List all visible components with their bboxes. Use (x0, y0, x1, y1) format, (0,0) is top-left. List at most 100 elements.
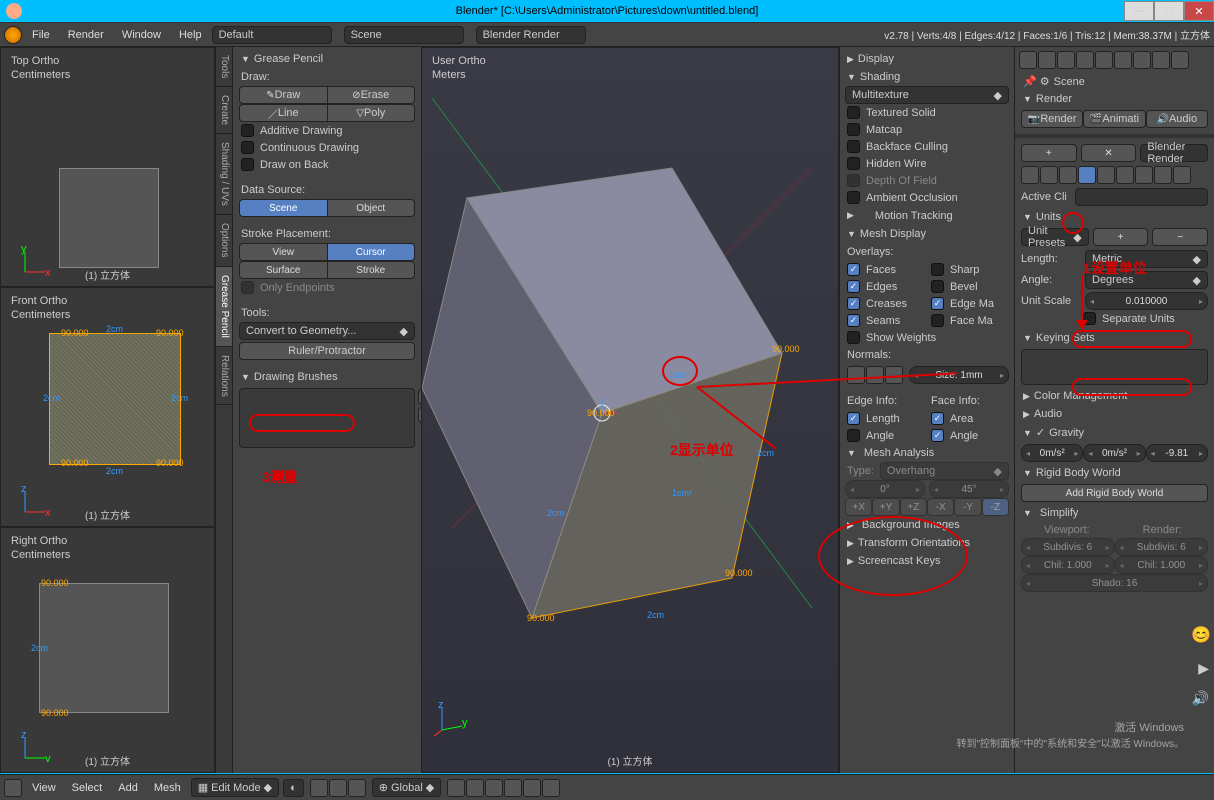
tab-relations[interactable]: Relations (216, 347, 232, 406)
chk-face-area[interactable]: ✓Area (929, 410, 1009, 427)
chk-hidden-wire[interactable]: Hidden Wire (845, 155, 1009, 172)
audio-button[interactable]: 🔊Audio (1146, 110, 1208, 128)
minimize-button[interactable]: — (1124, 1, 1154, 21)
tab-shading-uvs[interactable]: Shading / UVs (216, 134, 232, 215)
panel-gravity[interactable]: ▼✓Gravity (1015, 423, 1214, 442)
sp-stroke-button[interactable]: Stroke (327, 261, 416, 279)
panel-motion-tracking[interactable]: ▶Motion Tracking (845, 206, 1009, 225)
select-mode-face-icon[interactable] (348, 779, 366, 797)
prop-tab-icon[interactable] (1038, 51, 1056, 69)
footer-view[interactable]: View (26, 782, 62, 794)
sp-surface-button[interactable]: Surface (239, 261, 327, 279)
chk-edge-length[interactable]: ✓Length (845, 410, 925, 427)
gp-poly-button[interactable]: ▽ Poly (327, 104, 416, 122)
chk-matcap[interactable]: Matcap (845, 121, 1009, 138)
menu-window[interactable]: Window (114, 26, 169, 44)
panel-simplify[interactable]: ▼Simplify (1015, 504, 1214, 522)
footer-add[interactable]: Add (112, 782, 144, 794)
footer-icon[interactable] (523, 779, 541, 797)
engine-select[interactable]: Blender Render (1140, 144, 1208, 162)
maximize-button[interactable]: □ (1154, 1, 1184, 21)
chk-face-marks[interactable]: Face Ma (929, 312, 1009, 329)
chk-ao[interactable]: Ambient Occlusion (845, 189, 1009, 206)
prop-tab-icon[interactable] (1095, 51, 1113, 69)
chk-edge-marks[interactable]: ✓Edge Ma (929, 295, 1009, 312)
footer-select[interactable]: Select (66, 782, 109, 794)
chk-faces[interactable]: ✓Faces (845, 261, 925, 278)
viewport-main[interactable]: User OrthoMeters 90.000 90.000 90.000 90… (421, 47, 839, 773)
chk-continuous[interactable]: Continuous Drawing (239, 139, 415, 156)
layout-selector[interactable]: Default (212, 26, 332, 44)
footer-icon[interactable] (542, 779, 560, 797)
orientation-select[interactable]: ⊕ Global ◆ (372, 778, 441, 797)
chk-seams[interactable]: ✓Seams (845, 312, 925, 329)
floating-icon[interactable]: 😊 (1191, 625, 1211, 645)
prop-tab-icon[interactable] (1057, 51, 1075, 69)
unit-presets-select[interactable]: Unit Presets◆ (1021, 228, 1089, 246)
render-button[interactable]: 📷Render (1021, 110, 1083, 128)
context-icon[interactable] (1154, 166, 1172, 184)
add-rigid-body-button[interactable]: Add Rigid Body World (1021, 484, 1208, 502)
chk-bevel[interactable]: Bevel (929, 278, 1009, 295)
normal-loop-icon[interactable] (866, 366, 884, 384)
chk-creases[interactable]: ✓Creases (845, 295, 925, 312)
convert-geometry-button[interactable]: Convert to Geometry...◆ (239, 322, 415, 340)
footer-icon[interactable] (485, 779, 503, 797)
add-engine-button[interactable]: + (1021, 144, 1077, 162)
floating-icon[interactable]: 🔊 (1192, 690, 1209, 707)
context-icon[interactable] (1135, 166, 1153, 184)
active-clip-field[interactable] (1075, 188, 1208, 206)
panel-grease-pencil[interactable]: ▼Grease Pencil (239, 50, 415, 68)
sp-cursor-button[interactable]: Cursor (327, 243, 416, 261)
chk-draw-on-back[interactable]: Draw on Back (239, 156, 415, 173)
select-mode-edge-icon[interactable] (329, 779, 347, 797)
chk-backface[interactable]: Backface Culling (845, 138, 1009, 155)
length-unit-select[interactable]: Metric◆ (1085, 250, 1208, 268)
chk-edges[interactable]: ✓Edges (845, 278, 925, 295)
panel-mesh-analysis[interactable]: ▼Mesh Analysis (845, 444, 1009, 462)
normal-vertex-icon[interactable] (847, 366, 865, 384)
chk-separate-units[interactable]: Separate Units (1081, 310, 1208, 327)
floating-icon[interactable]: ▶ (1198, 660, 1209, 677)
prop-tab-icon[interactable] (1133, 51, 1151, 69)
panel-shading[interactable]: ▼Shading (845, 68, 1009, 86)
footer-icon[interactable] (466, 779, 484, 797)
blender-logo-icon[interactable] (4, 26, 22, 44)
angle-unit-select[interactable]: Degrees◆ (1085, 271, 1208, 289)
ds-object-button[interactable]: Object (327, 199, 416, 217)
prop-tab-icon[interactable] (1076, 51, 1094, 69)
gp-draw-button[interactable]: ✎ Draw (239, 86, 327, 104)
gp-line-button[interactable]: ／ Line (239, 104, 327, 122)
chk-edge-angle[interactable]: Angle (845, 427, 925, 444)
gp-erase-button[interactable]: ⊘ Erase (327, 86, 416, 104)
context-icon[interactable] (1097, 166, 1115, 184)
chk-sharp[interactable]: Sharp (929, 261, 1009, 278)
mode-select[interactable]: ▦ Edit Mode ◆ (191, 778, 279, 797)
sp-view-button[interactable]: View (239, 243, 327, 261)
shading-mode-icon[interactable]: ◐ (283, 779, 304, 797)
prop-tab-icon[interactable] (1019, 51, 1037, 69)
panel-units[interactable]: ▼Units (1015, 208, 1214, 226)
prop-tab-icon[interactable] (1152, 51, 1170, 69)
remove-engine-button[interactable]: ✕ (1081, 144, 1137, 162)
viewport-right[interactable]: Right OrthoCentimeters zy 90.000 90.000 … (0, 527, 215, 773)
render-engine-selector[interactable]: Blender Render (476, 26, 586, 44)
menu-render[interactable]: Render (60, 26, 112, 44)
normal-size-field[interactable]: Size: 1mm (909, 366, 1009, 384)
footer-icon[interactable] (504, 779, 522, 797)
scene-selector[interactable]: Scene (344, 26, 464, 44)
panel-render[interactable]: ▼Render (1015, 90, 1214, 108)
tab-create[interactable]: Create (216, 87, 232, 134)
editor-type-icon[interactable] (4, 779, 22, 797)
context-scene-icon[interactable] (1078, 166, 1096, 184)
close-button[interactable]: ✕ (1184, 1, 1214, 21)
panel-mesh-display[interactable]: ▼Mesh Display (845, 225, 1009, 243)
shading-mode-select[interactable]: Multitexture◆ (845, 86, 1009, 104)
unit-scale-field[interactable]: 0.010000 (1085, 292, 1208, 310)
tab-options[interactable]: Options (216, 215, 232, 266)
ruler-protractor-button[interactable]: Ruler/Protractor (239, 342, 415, 360)
viewport-front[interactable]: Front OrthoCentimeters zx 90.000 90.000 … (0, 287, 215, 527)
menu-help[interactable]: Help (171, 26, 210, 44)
tab-tools[interactable]: Tools (216, 47, 232, 87)
context-icon[interactable] (1021, 166, 1039, 184)
